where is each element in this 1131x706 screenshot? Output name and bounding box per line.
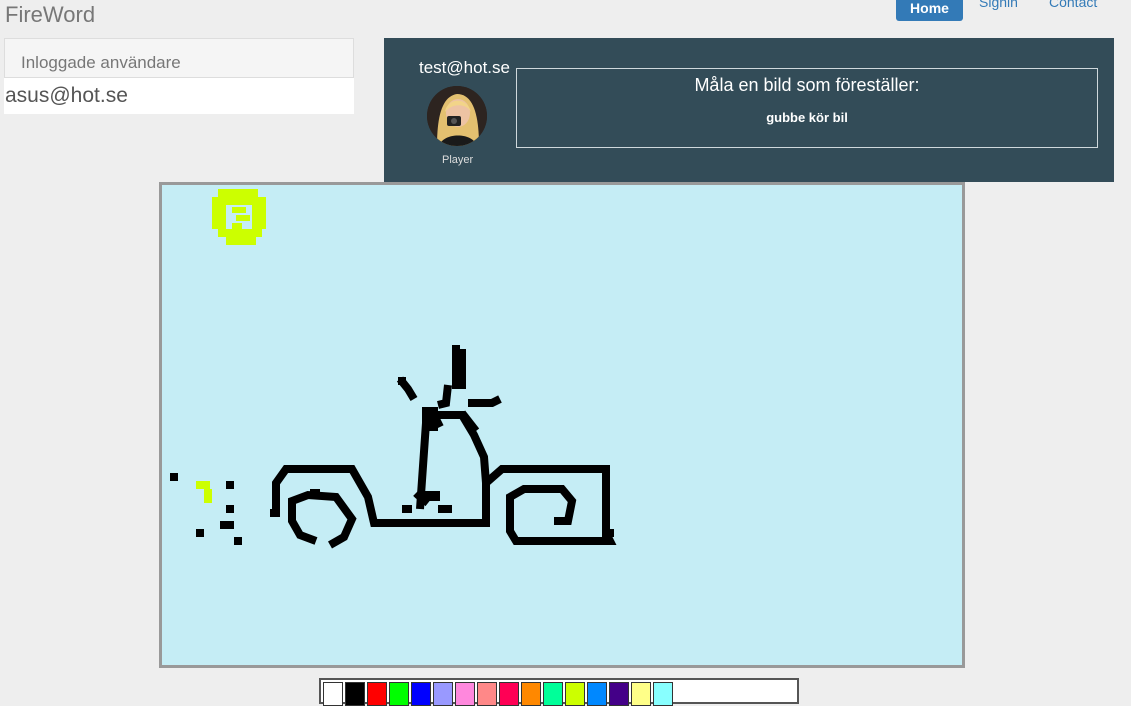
color-swatch[interactable] bbox=[565, 682, 585, 706]
color-swatch[interactable] bbox=[631, 682, 651, 706]
player-role: Player bbox=[442, 154, 474, 166]
drawing-sun bbox=[212, 189, 266, 245]
color-swatch[interactable] bbox=[521, 682, 541, 706]
player-panel: test@hot.se Player Måla en bild som före… bbox=[384, 38, 1114, 182]
drawing-figure-head bbox=[310, 345, 460, 513]
color-swatch[interactable] bbox=[411, 682, 431, 706]
online-users-panel: Inloggade användare asus@hot.se bbox=[4, 38, 354, 114]
brand-logo[interactable]: FireWord bbox=[5, 2, 95, 28]
task-title: Måla en bild som föreställer: bbox=[694, 75, 920, 95]
player-email: test@hot.se bbox=[419, 58, 510, 77]
color-swatch[interactable] bbox=[455, 682, 475, 706]
drawing-canvas[interactable] bbox=[159, 182, 965, 668]
nav-contact-link[interactable]: Contact bbox=[1049, 0, 1097, 10]
drawing-svg[interactable] bbox=[162, 185, 962, 665]
color-swatch[interactable] bbox=[345, 682, 365, 706]
nav-signin-link[interactable]: Signin bbox=[979, 0, 1018, 10]
task-box: Måla en bild som föreställer: gubbe kör … bbox=[516, 68, 1098, 148]
color-swatch[interactable] bbox=[477, 682, 497, 706]
color-swatch[interactable] bbox=[587, 682, 607, 706]
color-swatch[interactable] bbox=[609, 682, 629, 706]
drawing-car bbox=[270, 349, 617, 549]
color-swatch[interactable] bbox=[653, 682, 673, 706]
player-avatar bbox=[427, 86, 487, 146]
online-user-item: asus@hot.se bbox=[4, 78, 354, 114]
color-swatch[interactable] bbox=[499, 682, 519, 706]
color-swatch[interactable] bbox=[323, 682, 343, 706]
drawing-exhaust bbox=[170, 473, 242, 545]
color-swatch[interactable] bbox=[389, 682, 409, 706]
color-palette bbox=[319, 678, 799, 706]
online-users-heading: Inloggade användare bbox=[4, 38, 354, 78]
task-word: gubbe kör bil bbox=[766, 110, 848, 125]
nav-home-link[interactable]: Home bbox=[896, 0, 963, 21]
color-swatch[interactable] bbox=[433, 682, 453, 706]
color-swatch[interactable] bbox=[543, 682, 563, 706]
color-swatch[interactable] bbox=[367, 682, 387, 706]
